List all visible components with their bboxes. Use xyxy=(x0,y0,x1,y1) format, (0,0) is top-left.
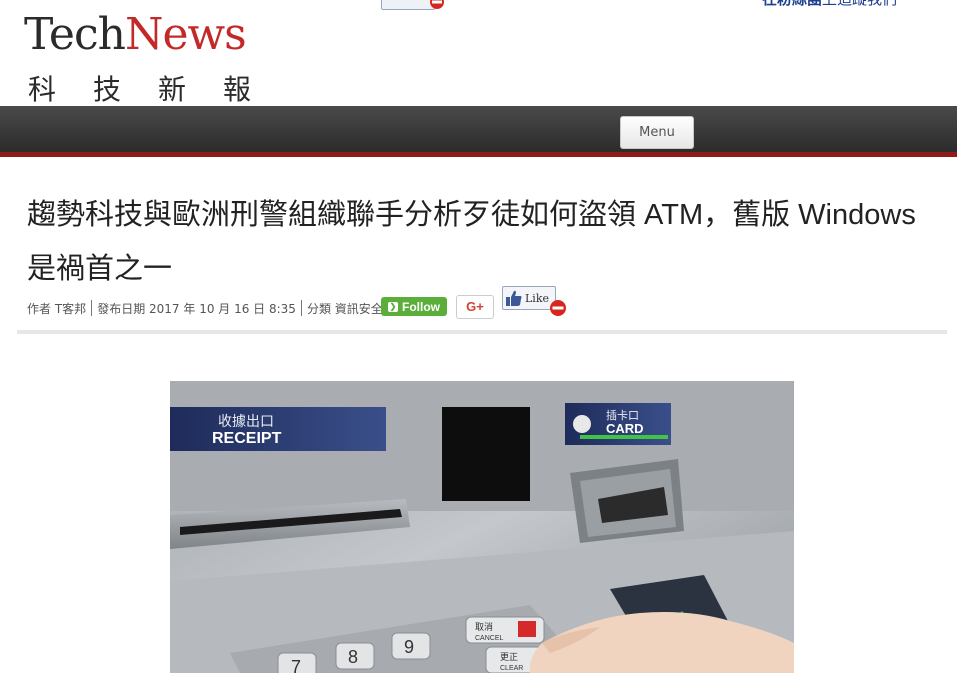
atm-screen xyxy=(442,407,530,501)
category-label: 分類 xyxy=(306,301,331,316)
feedly-icon: ❯ xyxy=(388,301,398,312)
meta-separator xyxy=(300,300,302,316)
top-like-button[interactable] xyxy=(381,0,435,10)
published-label: 發布日期 xyxy=(97,301,146,316)
atm-key-9: 9 xyxy=(404,637,414,657)
article-title: 趨勢科技與歐洲刑警組織聯手分析歹徒如何盜領 ATM，舊版 Windows 是禍首… xyxy=(27,199,916,285)
category-link[interactable]: 資訊安全 xyxy=(335,300,383,317)
receipt-label-en: RECEIPT xyxy=(212,430,282,447)
logo-wordmark: TechNews xyxy=(24,9,247,60)
fanpage-link[interactable]: 在粉絲團上追蹤我們 xyxy=(762,0,897,9)
navbar-rule xyxy=(0,152,957,157)
cancel-key-en: CANCEL xyxy=(475,635,504,642)
author-link[interactable]: T客邦 xyxy=(55,300,86,317)
article-divider xyxy=(17,330,947,334)
blocked-icon xyxy=(430,0,444,9)
receipt-label-cn: 收據出口 xyxy=(218,414,274,430)
clear-key-cn: 更正 xyxy=(500,652,518,663)
atm-photo: 收據出口 RECEIPT 插卡口 CARD 7 8 9 取消 CANCEL 更正… xyxy=(170,381,794,673)
thumbs-up-icon xyxy=(506,290,522,306)
logo-subtitle: 科技新報 xyxy=(28,73,289,106)
site-logo[interactable]: TechNews 科技新報 xyxy=(24,9,264,107)
feedly-follow-button[interactable]: ❯ Follow xyxy=(381,297,447,316)
atm-key-7: 7 xyxy=(291,657,301,673)
blocked-icon xyxy=(550,300,566,316)
main-navbar xyxy=(0,106,957,154)
published-date: 2017 年 10 月 16 日 8:35 xyxy=(149,301,296,316)
menu-button[interactable]: Menu xyxy=(620,116,694,149)
card-label-cn: 插卡口 xyxy=(606,408,639,422)
article-meta: 作者 T客邦 發布日期 2017 年 10 月 16 日 8:35 分類 資訊安… xyxy=(27,298,383,318)
facebook-like-button[interactable]: Like xyxy=(502,286,556,310)
clear-key-en: CLEAR xyxy=(500,665,523,672)
card-label-en: CARD xyxy=(606,421,644,436)
author-label: 作者 xyxy=(27,301,52,316)
google-plus-button[interactable]: G+ xyxy=(456,295,494,319)
meta-separator xyxy=(91,300,93,316)
atm-key-8: 8 xyxy=(348,647,358,667)
cancel-key-cn: 取消 xyxy=(475,621,493,633)
